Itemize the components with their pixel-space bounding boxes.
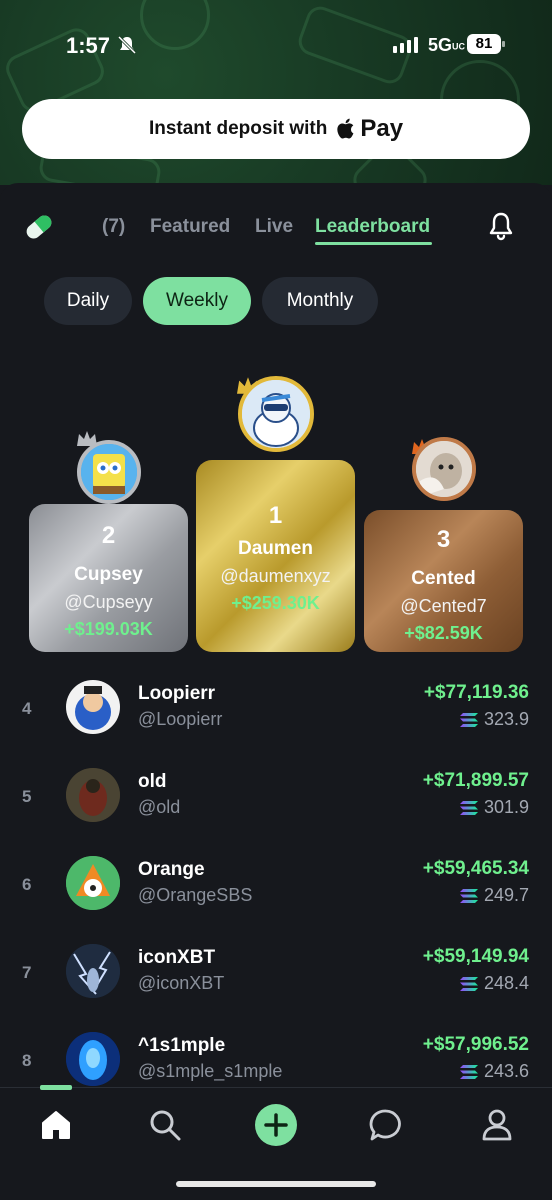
row-handle: @Loopierr [138,709,223,729]
network-type: 5GUC [428,35,466,55]
solana-icon [459,1064,478,1079]
home-indicator [176,1181,376,1187]
row-name: old [138,771,167,792]
solana-icon [459,712,478,727]
row-handle: @iconXBT [138,973,225,993]
battery-indicator: 81 [467,34,505,54]
row-rank: 7 [22,963,32,982]
home-icon[interactable] [39,1108,73,1142]
status-time: 1:57 [66,33,111,58]
row-handle: @s1mple_s1mple [138,1061,283,1081]
tab-count[interactable]: (7) [102,216,125,238]
row-sol: 249.7 [459,885,529,906]
pill-icon[interactable] [22,210,56,244]
row-handle: @OrangeSBS [138,885,253,905]
row-sol: 301.9 [459,797,529,818]
plus-icon [264,1113,288,1137]
period-monthly-button[interactable]: Monthly [262,277,378,325]
row-pnl: +$59,465.34 [422,858,529,879]
podium-name: Cupsey [74,564,143,585]
podium-handle: @Cented7 [400,596,487,616]
solana-icon [459,800,478,815]
leaderboard-row[interactable]: 5 old @old +$71,899.57 301.9 [0,765,552,853]
podium-rank-number: 3 [436,526,451,553]
podium-pnl: +$199.03K [64,619,153,639]
bell-icon[interactable] [487,211,515,241]
status-bar: 1:57 5GUC 81 [0,0,552,90]
solana-icon [459,888,478,903]
avatar [66,768,120,822]
row-sol-value: 243.6 [483,1061,529,1081]
search-icon[interactable] [148,1108,182,1142]
top-tabs: (7) Featured Live Leaderboard [0,208,552,248]
row-pnl: +$59,149.94 [422,946,529,967]
podium-rank-1[interactable]: 1 Daumen @daumenxyz +$259.30K [196,460,355,652]
row-pnl: +$71,899.57 [422,770,529,791]
period-daily-button[interactable]: Daily [44,277,132,325]
avatar [66,1032,120,1086]
row-rank: 6 [22,875,32,894]
tab-live[interactable]: Live [255,216,293,238]
leaderboard-row[interactable]: 4 Loopierr @Loopierr +$77,119.36 323.9 [0,677,552,765]
row-name: ^1s1mple [138,1035,226,1056]
row-sol: 243.6 [459,1061,529,1082]
row-sol: 323.9 [459,709,529,730]
leaderboard-row[interactable]: 7 iconXBT @iconXBT +$59,149.94 248.4 [0,941,552,1029]
tab-featured[interactable]: Featured [150,216,230,238]
profile-icon[interactable] [480,1108,514,1142]
row-rank: 4 [22,699,32,718]
signal-icon [393,37,418,53]
avatar-image [416,441,472,497]
podium-pnl: +$82.59K [404,623,483,643]
chat-icon[interactable] [369,1108,403,1142]
podium-name: Daumen [238,538,313,559]
row-rank: 5 [22,787,32,806]
avatar [66,680,120,734]
podium-rank-2[interactable]: 2 Cupsey @Cupseyy +$199.03K [29,504,188,652]
row-name: Loopierr [138,683,216,704]
podium-pnl: +$259.30K [231,593,320,613]
create-button[interactable] [255,1104,297,1146]
row-sol: 248.4 [459,973,529,994]
avatar-image [242,380,310,448]
podium-rank-number: 1 [268,502,283,529]
leaderboard-row[interactable]: 6 Orange @OrangeSBS +$59,465.34 249.7 [0,853,552,941]
pay-label: Pay [360,115,404,142]
avatar-cented[interactable] [412,437,476,501]
instant-deposit-button[interactable]: Instant deposit with Pay [22,99,530,159]
podium-rank-number: 2 [101,522,116,549]
bell-off-icon [117,35,137,55]
row-handle: @old [138,797,181,817]
row-sol-value: 248.4 [483,973,529,993]
avatar [66,944,120,998]
deposit-label: Instant deposit with [148,118,328,139]
apple-icon [337,118,354,139]
row-pnl: +$77,119.36 [423,682,529,703]
row-sol-value: 249.7 [483,885,529,905]
avatar [66,856,120,910]
row-sol-value: 323.9 [483,709,529,729]
period-weekly-button[interactable]: Weekly [143,277,251,325]
row-pnl: +$57,996.52 [422,1034,529,1055]
avatar-daumen[interactable] [238,376,314,452]
row-name: iconXBT [138,947,216,968]
row-name: Orange [138,859,205,880]
podium-handle: @daumenxyz [220,566,331,586]
podium-rank-3[interactable]: 3 Cented @Cented7 +$82.59K [364,510,523,652]
avatar-image [81,444,137,500]
apple-pay-logo: Pay [337,115,403,143]
row-rank: 8 [22,1051,32,1070]
tab-leaderboard[interactable]: Leaderboard [315,216,430,238]
avatar-cupsey[interactable] [77,440,141,504]
solana-icon [459,976,478,991]
podium-handle: @Cupseyy [64,592,153,612]
row-sol-value: 301.9 [483,797,529,817]
podium-name: Cented [411,568,476,589]
active-tab-indicator [315,242,432,245]
active-nav-indicator [40,1085,72,1090]
